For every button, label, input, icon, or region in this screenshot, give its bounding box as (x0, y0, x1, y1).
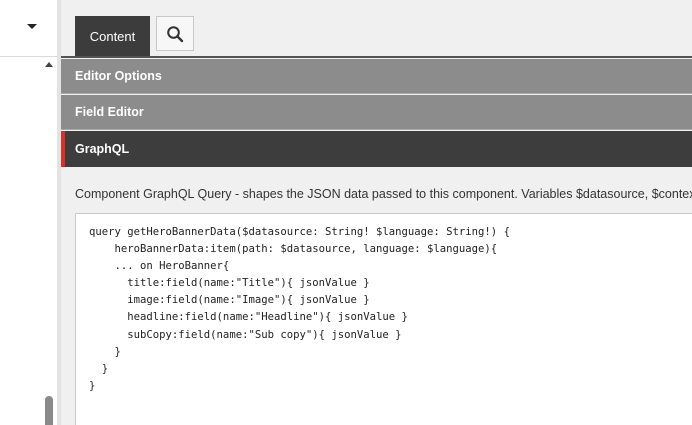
chevron-down-icon[interactable] (27, 24, 37, 29)
scroll-up-arrow-icon[interactable] (45, 62, 53, 67)
graphql-query-editor[interactable]: query getHeroBannerData($datasource: Str… (75, 213, 692, 425)
section-field-editor[interactable]: Field Editor (61, 95, 692, 130)
search-icon (167, 25, 184, 42)
editor-pane: Content Editor Options Field Editor Grap… (61, 0, 692, 425)
tab-search[interactable] (156, 16, 194, 51)
graphql-query-text[interactable]: query getHeroBannerData($datasource: Str… (76, 214, 692, 395)
tab-content[interactable]: Content (75, 16, 150, 56)
tree-header (0, 0, 57, 57)
scrollbar-thumb[interactable] (45, 396, 53, 425)
graphql-field-description: Component GraphQL Query - shapes the JSO… (75, 187, 692, 201)
tab-strip: Content (61, 0, 692, 58)
section-graphql[interactable]: GraphQL (61, 131, 692, 167)
content-tree-pane (0, 0, 57, 425)
section-editor-options[interactable]: Editor Options (61, 59, 692, 94)
